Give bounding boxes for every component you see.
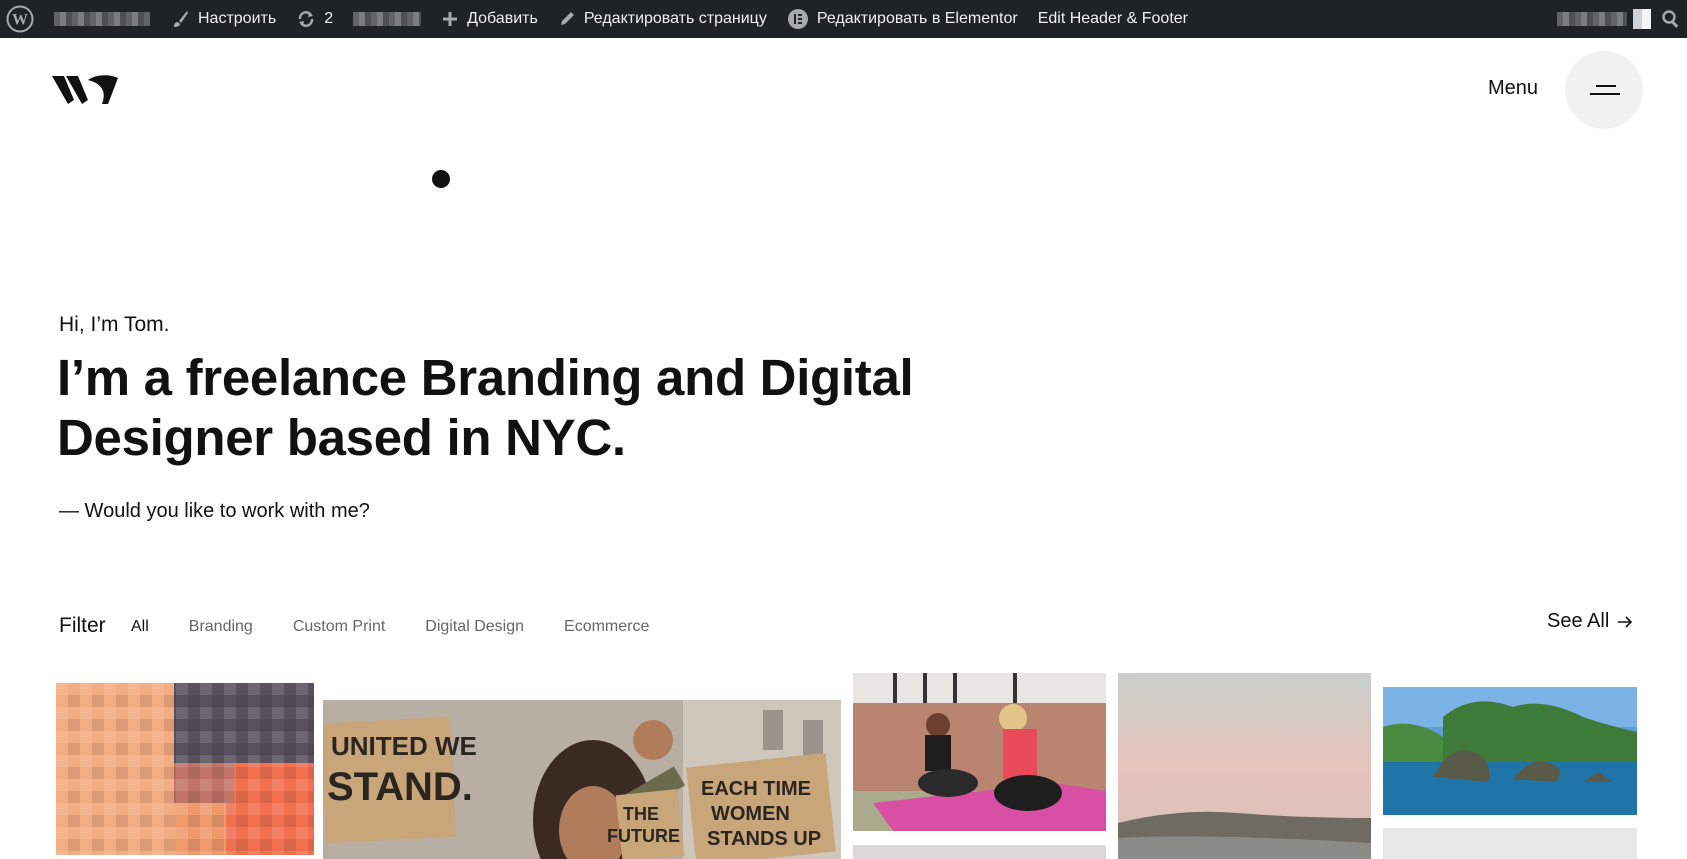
edit-elementor-link[interactable]: Редактировать в Elementor <box>777 0 1028 38</box>
add-label: Добавить <box>467 10 538 27</box>
portfolio-item-islands[interactable] <box>1383 687 1637 815</box>
sign-text-stands-up: STANDS UP <box>707 828 821 850</box>
portfolio-item-protest[interactable]: UNITED WE STAND. THE FUTURE EACH TIME WO… <box>323 700 841 859</box>
site-name-menu[interactable] <box>44 0 160 38</box>
elementor-icon <box>787 8 809 30</box>
filter-label: Filter <box>59 614 106 637</box>
filter-tab-custom-print[interactable]: Custom Print <box>293 618 385 636</box>
beach-photo <box>1118 673 1371 859</box>
arrow-right-icon <box>1618 615 1633 628</box>
sign-text-future: FUTURE <box>607 826 680 846</box>
filter-tab-branding[interactable]: Branding <box>189 618 253 636</box>
wordpress-logo-menu[interactable]: W <box>0 0 44 38</box>
search-icon <box>1662 10 1679 28</box>
portfolio-item-pixelated[interactable] <box>56 683 314 855</box>
edit-header-footer-label: Edit Header & Footer <box>1037 10 1188 27</box>
customize-link[interactable]: Настроить <box>160 0 286 38</box>
portfolio-item-partial-1[interactable] <box>853 845 1106 859</box>
edit-header-footer-link[interactable]: Edit Header & Footer <box>1028 0 1198 38</box>
comments-link[interactable] <box>343 0 431 38</box>
pixelated-image <box>56 683 314 855</box>
avatar <box>1633 9 1651 29</box>
filter-tab-ecommerce[interactable]: Ecommerce <box>564 618 649 636</box>
menu-label[interactable]: Menu <box>1488 77 1538 100</box>
custom-cursor-dot <box>432 170 450 188</box>
yoga-photo <box>853 673 1106 831</box>
edit-elementor-label: Редактировать в Elementor <box>816 10 1018 27</box>
wordpress-logo-icon: W <box>6 5 34 33</box>
redacted-comments <box>353 12 422 26</box>
account-menu[interactable] <box>1547 0 1655 38</box>
portfolio-item-beach[interactable] <box>1118 673 1371 859</box>
hero-cta-link[interactable]: — Would you like to work with me? <box>59 500 370 523</box>
sign-text-the: THE <box>623 804 659 824</box>
protest-photo: UNITED WE STAND. THE FUTURE EACH TIME WO… <box>323 700 841 859</box>
edit-page-label: Редактировать страницу <box>583 10 767 27</box>
customize-label: Настроить <box>198 10 277 27</box>
site-logo[interactable] <box>52 74 118 106</box>
hamburger-icon <box>1590 85 1620 95</box>
updates-link[interactable]: 2 <box>286 0 343 38</box>
sign-text-united: UNITED WE <box>331 731 477 761</box>
paintbrush-icon <box>170 9 190 29</box>
search-button[interactable] <box>1655 0 1687 38</box>
sign-text-stand: STAND. <box>327 765 473 809</box>
edit-page-link[interactable]: Редактировать страницу <box>548 0 777 38</box>
see-all-label: See All <box>1547 610 1610 632</box>
sign-text-each-time: EACH TIME <box>701 778 811 800</box>
islands-photo <box>1383 687 1637 815</box>
redacted-username <box>1557 12 1627 26</box>
hero-greeting: Hi, I’m Tom. <box>59 313 170 336</box>
portfolio-item-partial-2[interactable] <box>1383 828 1637 859</box>
refresh-icon <box>296 9 316 29</box>
add-new-link[interactable]: Добавить <box>431 0 548 38</box>
menu-toggle-button[interactable] <box>1565 51 1643 129</box>
filter-tab-digital-design[interactable]: Digital Design <box>425 618 524 636</box>
portfolio-item-yoga[interactable] <box>853 673 1106 831</box>
plus-icon <box>441 10 459 28</box>
hero-headline: I’m a freelance Branding and Digital Des… <box>57 349 914 466</box>
wp-admin-bar: W Настроить 2 Добавить Редактировать стр… <box>0 0 1687 38</box>
see-all-link[interactable]: See All <box>1547 610 1633 633</box>
svg-text:W: W <box>12 12 28 29</box>
updates-count: 2 <box>324 10 334 27</box>
sign-text-women: WOMEN <box>711 803 790 825</box>
redacted-site-name <box>54 12 150 26</box>
pencil-icon <box>558 10 576 28</box>
filter-tab-all[interactable]: All <box>131 618 149 636</box>
filter-tabs: All Branding Custom Print Digital Design… <box>131 618 689 636</box>
admin-bar-right <box>1547 0 1687 38</box>
